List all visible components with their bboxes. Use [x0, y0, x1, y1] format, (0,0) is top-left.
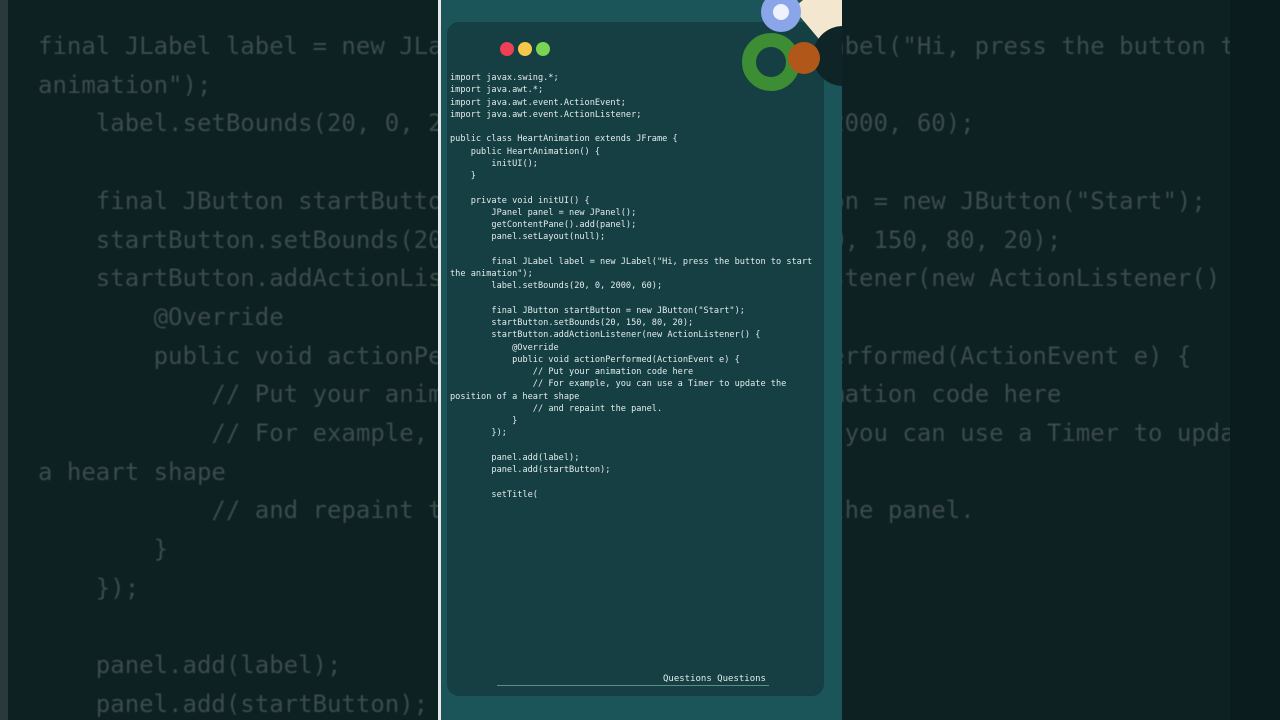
decorative-white-dot: [773, 4, 789, 20]
code-block: import javax.swing.*; import java.awt.*;…: [450, 73, 813, 500]
close-dot-icon[interactable]: [500, 42, 514, 56]
code-editor-card: import javax.swing.*; import java.awt.*;…: [447, 22, 824, 696]
decorative-orange-circle: [788, 42, 820, 74]
background-code-right: final JLabel label = new JLabel("Hi, pre…: [842, 32, 1280, 525]
blurred-background-right: final JLabel label = new JLabel("Hi, pre…: [842, 0, 1280, 720]
footer-caption: Questions Questions: [663, 674, 766, 684]
maximize-dot-icon[interactable]: [536, 42, 550, 56]
minimize-dot-icon[interactable]: [518, 42, 532, 56]
video-frame: import javax.swing.*; import java.awt.*;…: [441, 0, 842, 720]
footer-divider: [497, 685, 769, 686]
background-code-left: final JLabel label = new JLabel("Hi, pre…: [38, 32, 440, 718]
blurred-background-left: final JLabel label = new JLabel("Hi, pre…: [0, 0, 440, 720]
window-controls: [500, 42, 550, 56]
